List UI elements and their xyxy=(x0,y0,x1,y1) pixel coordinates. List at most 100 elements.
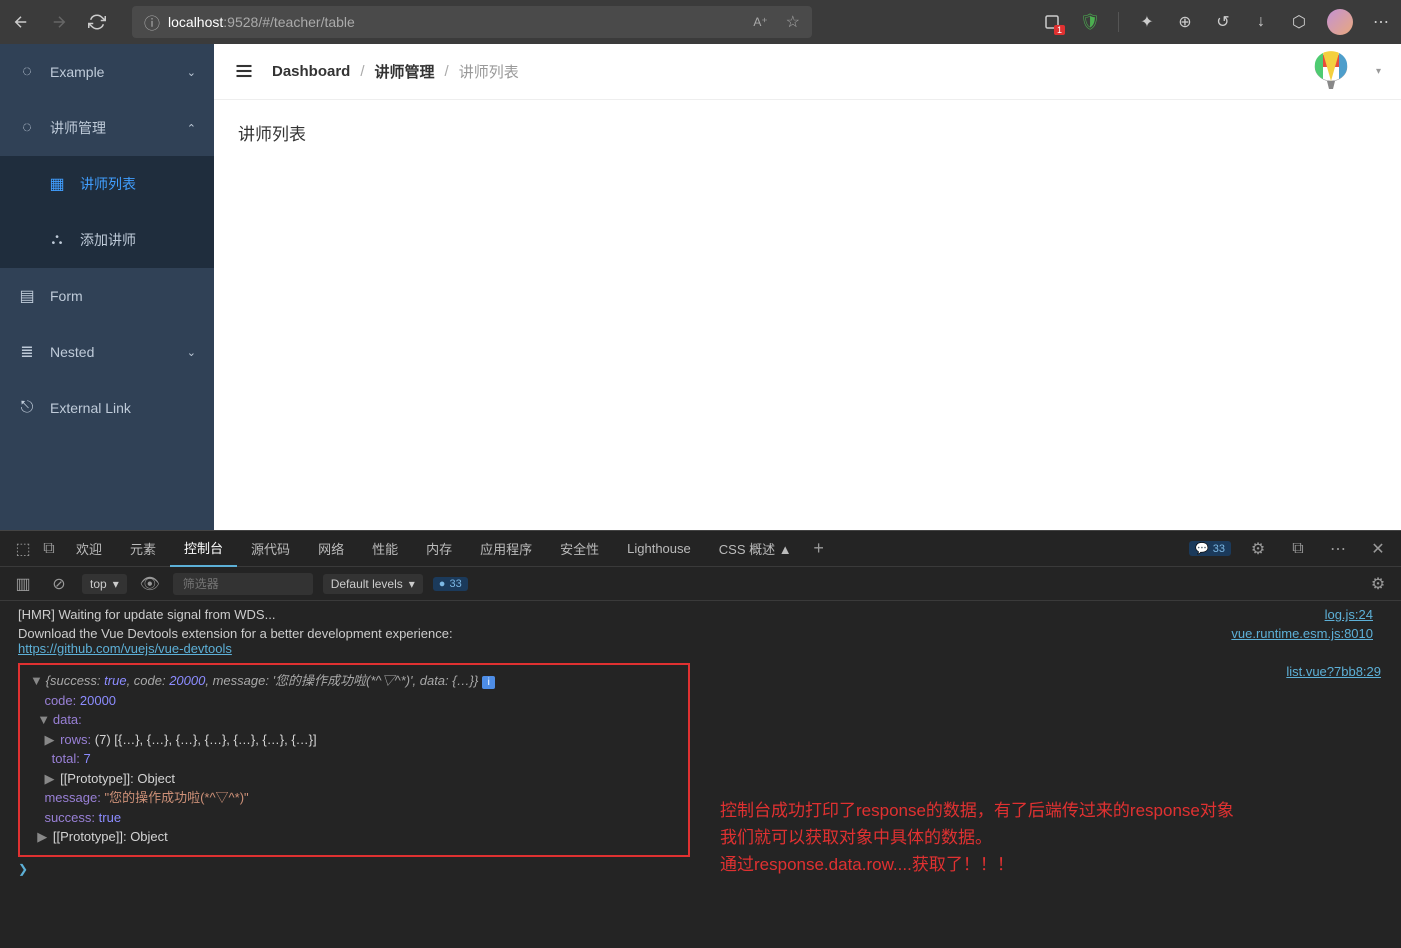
teacher-icon: ◌ xyxy=(18,119,36,137)
response-object-box: ▼ {success: true, code: 20000, message: … xyxy=(18,663,690,857)
sidebar-item-teacher[interactable]: ◌ 讲师管理 ⌃ xyxy=(0,100,214,156)
issues-badge[interactable]: ● 33 xyxy=(433,577,468,591)
object-prop[interactable]: ▶ [[Prototype]]: Object xyxy=(30,827,678,847)
more-icon[interactable]: ⋯ xyxy=(1325,536,1351,562)
filter-input[interactable] xyxy=(173,573,313,595)
breadcrumb: Dashboard / 讲师管理 / 讲师列表 xyxy=(272,61,519,82)
sidebar-item-form[interactable]: ▤ Form xyxy=(0,268,214,324)
object-prop[interactable]: ▶ [[Prototype]]: Object xyxy=(30,769,678,789)
info-icon[interactable]: i xyxy=(482,676,495,689)
chevron-down-icon: ⌄ xyxy=(187,66,196,79)
refresh-button[interactable] xyxy=(86,11,108,33)
object-prop[interactable]: ▶ rows: (7) [{…}, {…}, {…}, {…}, {…}, {…… xyxy=(30,730,678,750)
annotation-text: 控制台成功打印了response的数据，有了后端传过来的response对象 我… xyxy=(720,797,1290,879)
tab-sources[interactable]: 源代码 xyxy=(237,531,304,567)
favorites-icon[interactable]: ✦ xyxy=(1137,12,1157,32)
breadcrumb-sep: / xyxy=(360,63,364,80)
sidebar-item-external[interactable]: ⎋ External Link xyxy=(0,380,214,436)
console-body: [HMR] Waiting for update signal from WDS… xyxy=(0,601,1401,948)
log-text: Download the Vue Devtools extension for … xyxy=(18,626,1231,656)
main-content: Dashboard / 讲师管理 / 讲师列表 ▾ 讲师列表 xyxy=(214,44,1401,530)
log-source-link[interactable]: vue.runtime.esm.js:8010 xyxy=(1231,626,1373,641)
sidebar-label: Nested xyxy=(50,344,94,360)
close-icon[interactable]: ✕ xyxy=(1365,536,1391,562)
sidebar-item-example[interactable]: ◌ Example ⌄ xyxy=(0,44,214,100)
breadcrumb-item[interactable]: Dashboard xyxy=(272,63,350,80)
log-source-link[interactable]: log.js:24 xyxy=(1325,607,1373,622)
chevron-down-icon[interactable]: ▾ xyxy=(1376,66,1381,77)
breadcrumb-item: 讲师列表 xyxy=(459,61,519,82)
sidebar-item-teacher-add[interactable]: ⛬ 添加讲师 xyxy=(0,212,214,268)
gear-icon[interactable]: ⚙ xyxy=(1365,571,1391,597)
info-icon[interactable]: ⓘ xyxy=(144,10,160,34)
tab-memory[interactable]: 内存 xyxy=(412,531,466,567)
tab-welcome[interactable]: 欢迎 xyxy=(62,531,116,567)
breadcrumb-sep: / xyxy=(445,63,449,80)
star-icon[interactable]: ☆ xyxy=(786,12,800,32)
page-content: 讲师列表 xyxy=(214,100,1401,165)
gear-icon[interactable]: ⚙ xyxy=(1245,536,1271,562)
divider xyxy=(1118,12,1119,32)
levels-select[interactable]: Default levels ▾ xyxy=(323,574,423,594)
url-text: localhost:9528/#/teacher/table xyxy=(168,14,355,30)
page-title: 讲师列表 xyxy=(238,120,1377,145)
tab-application[interactable]: 应用程序 xyxy=(466,531,546,567)
sidebar-label: Form xyxy=(50,288,83,304)
tab-performance[interactable]: 性能 xyxy=(358,531,412,567)
example-icon: ◌ xyxy=(18,63,36,81)
balloon-avatar[interactable] xyxy=(1310,51,1352,93)
extensions-icon[interactable]: ⬡ xyxy=(1289,12,1309,32)
badge: 1 xyxy=(1054,25,1065,35)
nested-icon: ≣ xyxy=(18,342,36,362)
tab-elements[interactable]: 元素 xyxy=(116,531,170,567)
object-summary[interactable]: ▼ {success: true, code: 20000, message: … xyxy=(30,671,678,691)
clear-icon[interactable]: ⊘ xyxy=(46,571,72,597)
read-aloud-icon[interactable]: A⁺ xyxy=(753,15,767,29)
app-container: ◌ Example ⌄ ◌ 讲师管理 ⌃ ▦ 讲师列表 ⛬ 添加讲师 ▤ For… xyxy=(0,44,1401,530)
devtools: ⬚ ⧉ 欢迎 元素 控制台 源代码 网络 性能 内存 应用程序 安全性 Ligh… xyxy=(0,530,1401,948)
eye-icon[interactable]: 👁 xyxy=(137,571,163,597)
collections-icon[interactable]: ⊕ xyxy=(1175,12,1195,32)
sidebar-label: 讲师管理 xyxy=(50,118,106,138)
log-text: [HMR] Waiting for update signal from WDS… xyxy=(18,607,1325,622)
tab-css-overview[interactable]: CSS 概述 ▲ xyxy=(705,531,806,567)
back-button[interactable] xyxy=(10,11,32,33)
log-link[interactable]: https://github.com/vuejs/vue-devtools xyxy=(18,641,232,656)
hamburger-icon[interactable] xyxy=(234,61,256,83)
object-prop[interactable]: message: "您的操作成功啦(*^▽^*)" xyxy=(30,788,678,808)
sidebar-item-teacher-list[interactable]: ▦ 讲师列表 xyxy=(0,156,214,212)
context-select[interactable]: top ▾ xyxy=(82,574,127,594)
more-icon[interactable]: ⋯ xyxy=(1371,12,1391,32)
sidebar-label: 添加讲师 xyxy=(80,230,136,250)
object-prop[interactable]: ▼ data: xyxy=(30,710,678,730)
sidebar-label: External Link xyxy=(50,400,131,416)
dock-icon[interactable]: ⧉ xyxy=(1285,536,1311,562)
sidebar-toggle-icon[interactable]: ▥ xyxy=(10,571,36,597)
profile-avatar[interactable] xyxy=(1327,9,1353,35)
tab-security[interactable]: 安全性 xyxy=(546,531,613,567)
forward-button[interactable] xyxy=(48,11,70,33)
downloads-icon[interactable]: ↓ xyxy=(1251,12,1271,32)
sidebar-label: Example xyxy=(50,64,104,80)
history-icon[interactable]: ↺ xyxy=(1213,12,1233,32)
extension-icon[interactable]: 1 xyxy=(1042,12,1062,32)
message-badge[interactable]: 💬 33 xyxy=(1189,541,1231,556)
sidebar-item-nested[interactable]: ≣ Nested ⌄ xyxy=(0,324,214,380)
add-tab-icon[interactable]: + xyxy=(806,536,832,562)
tab-network[interactable]: 网络 xyxy=(304,531,358,567)
object-prop[interactable]: total: 7 xyxy=(30,749,678,769)
inspect-icon[interactable]: ⬚ xyxy=(10,536,36,562)
topbar: Dashboard / 讲师管理 / 讲师列表 ▾ xyxy=(214,44,1401,100)
log-entry: [HMR] Waiting for update signal from WDS… xyxy=(0,605,1401,624)
address-bar[interactable]: ⓘ localhost:9528/#/teacher/table A⁺ ☆ xyxy=(132,6,812,38)
object-prop[interactable]: code: 20000 xyxy=(30,691,678,711)
breadcrumb-item[interactable]: 讲师管理 xyxy=(375,61,435,82)
list-icon: ▦ xyxy=(48,174,66,194)
tab-lighthouse[interactable]: Lighthouse xyxy=(613,531,705,567)
tab-console[interactable]: 控制台 xyxy=(170,531,237,567)
object-prop[interactable]: success: true xyxy=(30,808,678,828)
log-source-link[interactable]: list.vue?7bb8:29 xyxy=(1286,664,1381,679)
device-icon[interactable]: ⧉ xyxy=(36,536,62,562)
shield-icon[interactable]: 🛡 xyxy=(1080,12,1100,32)
console-toolbar: ▥ ⊘ top ▾ 👁 Default levels ▾ ● 33 ⚙ xyxy=(0,567,1401,601)
